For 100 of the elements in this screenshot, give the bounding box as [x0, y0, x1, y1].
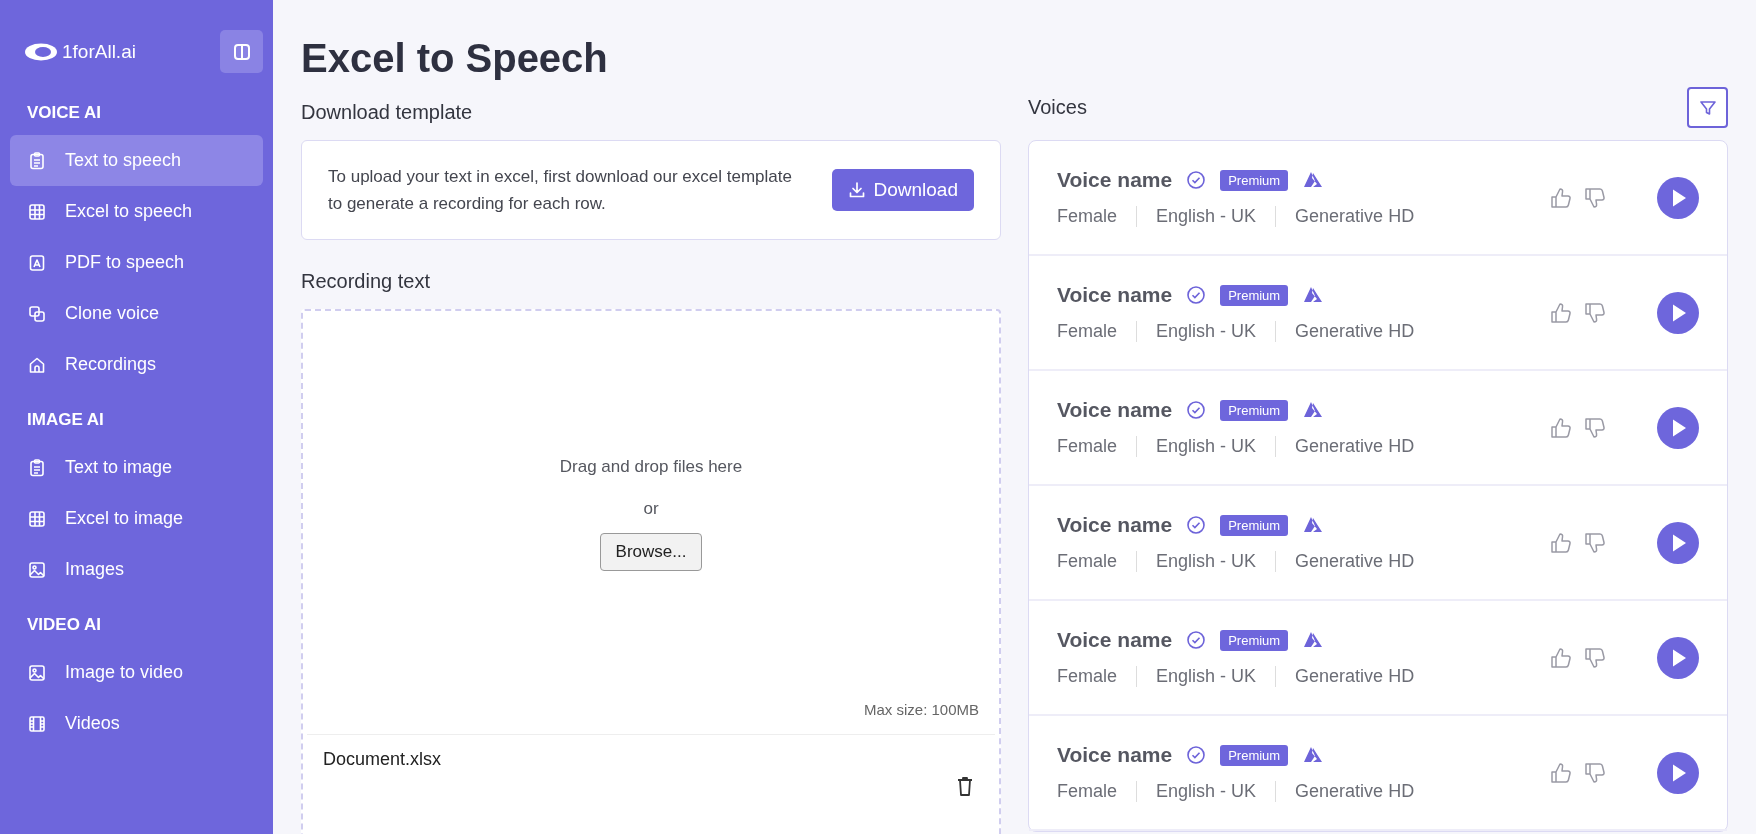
voice-tag: English - UK: [1136, 436, 1276, 457]
thumbs-up-icon[interactable]: [1549, 415, 1573, 440]
voice-name: Voice name: [1057, 168, 1173, 192]
voice-name: Voice name: [1057, 283, 1173, 307]
or-text: or: [643, 499, 659, 519]
sidebar-item[interactable]: Excel to speech: [10, 186, 263, 237]
premium-badge: Premium: [1220, 629, 1289, 651]
thumbs-up-icon[interactable]: [1549, 530, 1573, 555]
verified-icon: [1186, 630, 1207, 650]
voice-tag: Female: [1057, 436, 1137, 457]
voice-name: Voice name: [1057, 513, 1173, 537]
template-description: To upload your text in excel, first download our excel template to generate a recording for each row.: [328, 166, 793, 215]
sidebar-toggle-button[interactable]: [220, 30, 263, 73]
voice-tag: Female: [1057, 666, 1137, 687]
grid-icon: [27, 508, 47, 529]
play-button[interactable]: [1657, 636, 1699, 679]
download-button[interactable]: Download: [831, 169, 974, 211]
thumbs-up-icon[interactable]: [1549, 185, 1573, 210]
section-title: IMAGE AI: [26, 410, 105, 430]
sidebar-item[interactable]: Text to image: [10, 442, 263, 493]
triangle-logo-icon: [1302, 745, 1325, 765]
voice-tag: Generative HD: [1275, 436, 1434, 457]
section-heading: Recording text: [301, 270, 431, 293]
triangle-logo-icon: [1302, 400, 1325, 420]
verified-icon: [1186, 170, 1207, 190]
pdf-icon: [27, 252, 47, 273]
voice-tag: Generative HD: [1275, 666, 1434, 687]
thumbs-up-icon[interactable]: [1549, 300, 1573, 325]
sidebar-item[interactable]: Image to video: [10, 647, 263, 698]
verified-icon: [1186, 515, 1207, 535]
thumbs-down-icon[interactable]: [1583, 300, 1607, 325]
clipboard-icon: [27, 150, 47, 171]
sidebar-item[interactable]: Videos: [10, 698, 263, 749]
verified-icon: [1186, 400, 1207, 420]
thumbs-up-icon[interactable]: [1549, 645, 1573, 670]
premium-badge: Premium: [1220, 169, 1289, 191]
grid-icon: [27, 201, 47, 222]
play-button[interactable]: [1657, 521, 1699, 564]
voice-name: Voice name: [1057, 628, 1173, 652]
thumbs-down-icon[interactable]: [1583, 530, 1607, 555]
voice-tag: Generative HD: [1275, 551, 1434, 572]
verified-icon: [1186, 285, 1207, 305]
play-button[interactable]: [1657, 406, 1699, 449]
sidebar-item[interactable]: PDF to speech: [10, 237, 263, 288]
trash-icon[interactable]: [955, 775, 975, 797]
triangle-logo-icon: [1302, 285, 1325, 305]
film-icon: [27, 713, 47, 734]
play-button[interactable]: [1657, 176, 1699, 219]
voice-tag: English - UK: [1136, 666, 1276, 687]
filter-button[interactable]: [1687, 87, 1728, 128]
verified-icon: [1186, 745, 1207, 765]
voice-tag: Female: [1057, 551, 1137, 572]
triangle-logo-icon: [1302, 515, 1325, 535]
clipboard-icon: [27, 457, 47, 478]
voice-tag: Generative HD: [1275, 781, 1434, 802]
browse-button[interactable]: Browse...: [599, 533, 703, 571]
voice-tag: Female: [1057, 781, 1137, 802]
voice-tag: Female: [1057, 206, 1137, 227]
premium-badge: Premium: [1220, 399, 1289, 421]
image-icon: [27, 559, 47, 580]
sidebar-item[interactable]: Images: [10, 544, 263, 595]
voice-tag: Generative HD: [1275, 206, 1434, 227]
play-button[interactable]: [1657, 751, 1699, 794]
voice-tag: Generative HD: [1275, 321, 1434, 342]
thumbs-down-icon[interactable]: [1583, 415, 1607, 440]
file-drop-zone[interactable]: Drag and drop files here or Browse... Max size: 100MB Document.xlsx: [301, 309, 1001, 834]
download-icon: [847, 181, 866, 199]
premium-badge: Premium: [1220, 744, 1289, 766]
section-title: VIDEO AI: [26, 615, 102, 635]
voice-tag: Female: [1057, 321, 1137, 342]
voice-tag: English - UK: [1136, 321, 1276, 342]
logo-text: 1forAll.ai: [62, 40, 136, 63]
voice-name: Voice name: [1057, 398, 1173, 422]
thumbs-down-icon[interactable]: [1583, 185, 1607, 210]
voice-tag: English - UK: [1136, 206, 1276, 227]
premium-badge: Premium: [1220, 284, 1289, 306]
voice-tag: English - UK: [1136, 781, 1276, 802]
section-title: VOICE AI: [26, 103, 102, 123]
max-size-text: Max size: 100MB: [863, 701, 979, 718]
section-heading: Download template: [301, 101, 474, 124]
logo-icon: [24, 42, 58, 61]
sidebar-item[interactable]: Text to speech: [10, 135, 263, 186]
voice-tag: English - UK: [1136, 551, 1276, 572]
voice-name: Voice name: [1057, 743, 1173, 767]
triangle-logo-icon: [1302, 630, 1325, 650]
image-icon: [27, 662, 47, 683]
section-heading: Voices: [1028, 96, 1087, 119]
drop-hint: Drag and drop files here: [559, 457, 743, 477]
triangle-logo-icon: [1302, 170, 1325, 190]
thumbs-down-icon[interactable]: [1583, 760, 1607, 785]
thumbs-down-icon[interactable]: [1583, 645, 1607, 670]
sidebar-item[interactable]: Recordings: [10, 339, 263, 390]
premium-badge: Premium: [1220, 514, 1289, 536]
thumbs-up-icon[interactable]: [1549, 760, 1573, 785]
copy-icon: [27, 303, 47, 324]
play-button[interactable]: [1657, 291, 1699, 334]
panel-icon: [231, 41, 252, 62]
sidebar-item[interactable]: Excel to image: [10, 493, 263, 544]
sidebar-item[interactable]: Clone voice: [10, 288, 263, 339]
file-name: Document.xlsx: [323, 749, 442, 770]
